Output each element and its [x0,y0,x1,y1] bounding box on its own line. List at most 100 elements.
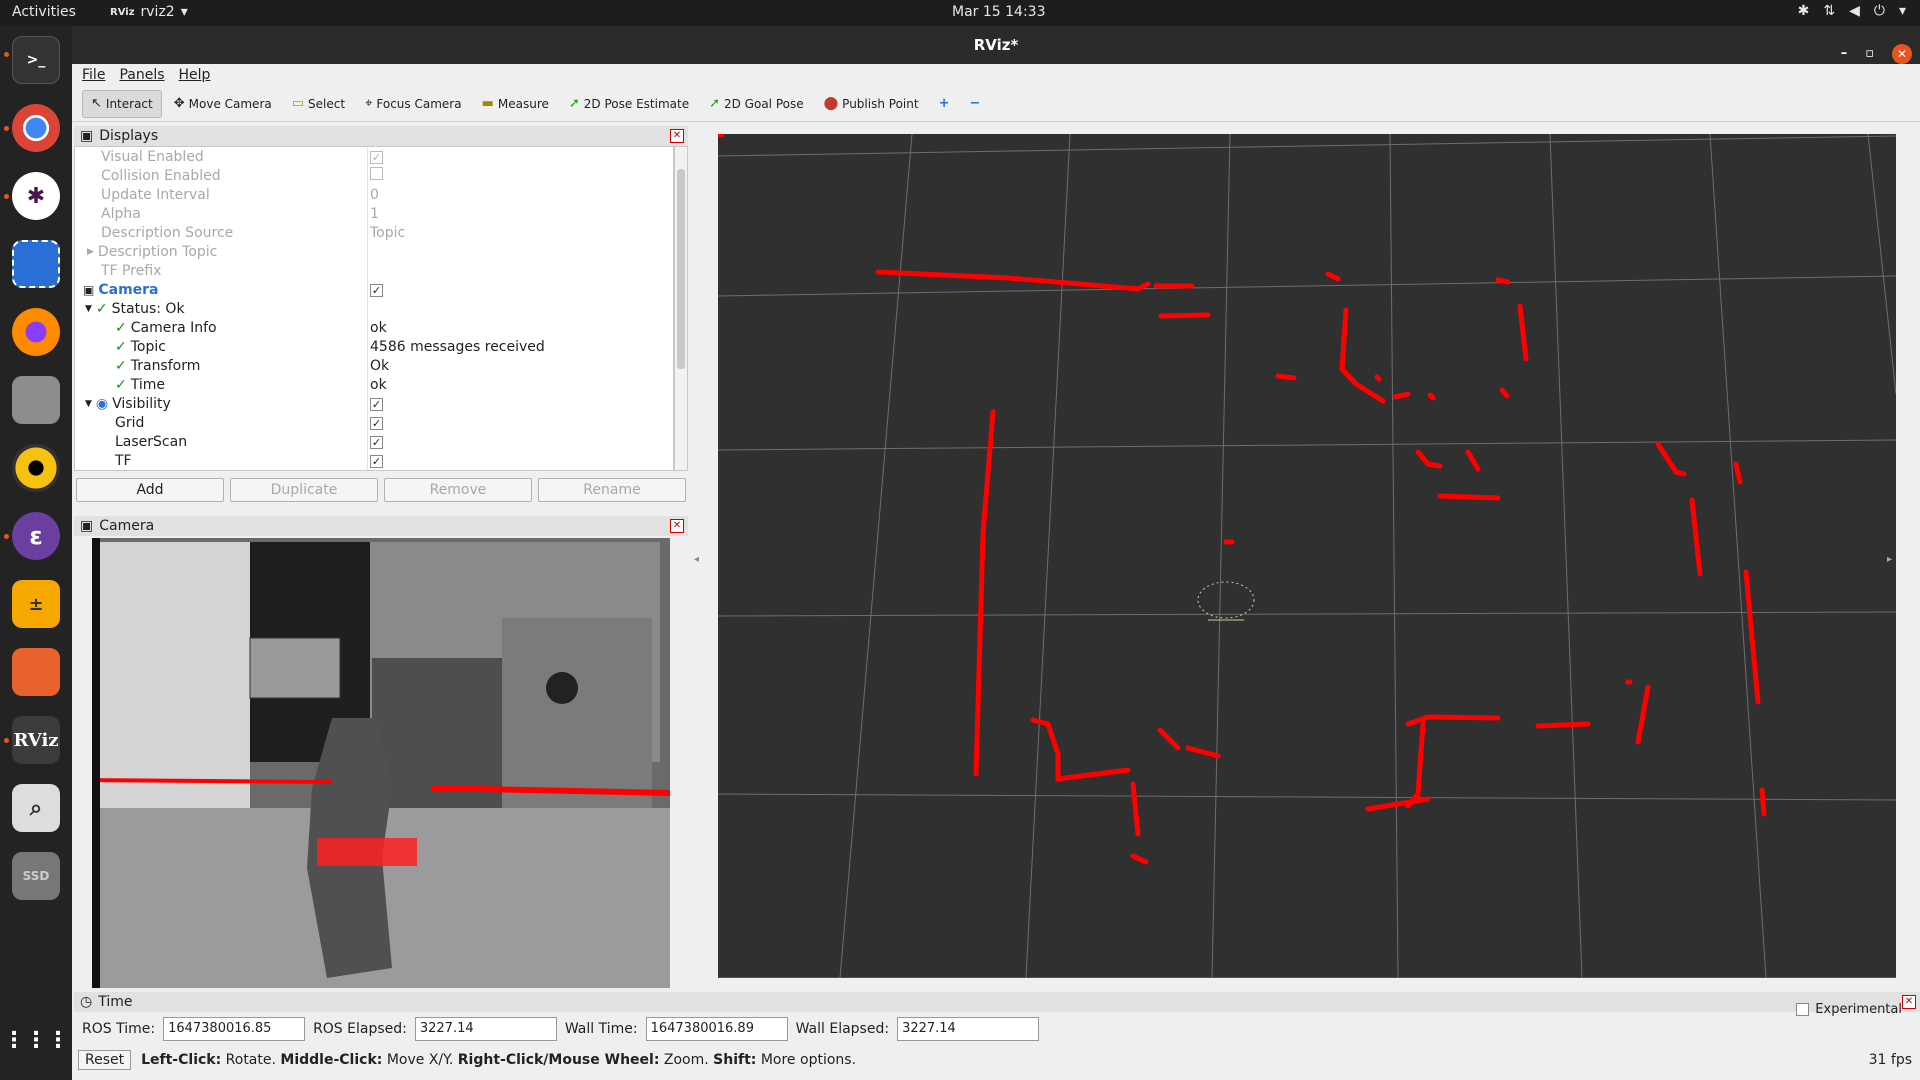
tree-row-label: Collision Enabled [101,167,221,184]
volume-icon[interactable]: ◀ [1849,3,1860,19]
chrome-icon[interactable] [12,104,60,152]
add-tool-button[interactable]: + [931,90,958,118]
firefox-icon[interactable] [12,308,60,356]
ros-time-label: ROS Time: [82,1021,156,1037]
impress-icon[interactable] [12,648,60,696]
rhythmbox-icon[interactable] [12,444,60,492]
experimental-option[interactable]: Experimental [1796,1002,1902,1017]
tree-row[interactable]: ✓ Topic 4586 messages received [75,337,673,356]
magnifier-icon[interactable]: ⌕ [12,784,60,832]
green-arrow-icon: ➚ [709,96,720,111]
tree-row[interactable]: TF Prefix [75,261,673,280]
tree-row[interactable]: ✓ Camera Info ok [75,318,673,337]
tree-row-value[interactable]: Topic [370,225,405,241]
tree-row[interactable]: TF ✓ [75,451,673,470]
remove-display-button[interactable]: Remove [384,478,532,502]
system-top-bar: Activities RViz rviz2 ▾ Mar 15 14:33 ✱ ⇅… [0,0,1920,26]
files-icon[interactable] [12,376,60,424]
pose-estimate-tool-button[interactable]: ➚ 2D Pose Estimate [561,90,697,118]
slack-tray-icon[interactable]: ✱ [1798,3,1810,19]
tree-row[interactable]: ✓ Transform Ok [75,356,673,375]
rename-display-button[interactable]: Rename [538,478,686,502]
displays-panel-header: ▣ Displays ✕ [74,126,688,146]
menu-help[interactable]: Help [179,67,211,83]
tree-row-camera[interactable]: ▣ Camera ✓ [75,280,673,299]
interact-tool-button[interactable]: ↖ Interact [82,89,162,118]
collapse-arrow-icon[interactable]: ▼ [85,304,92,314]
tree-row[interactable]: Grid ✓ [75,413,673,432]
laserscan-checkbox[interactable]: ✓ [370,435,383,449]
ros-elapsed-field[interactable]: 3227.14 [414,1017,557,1041]
menu-file[interactable]: File [82,67,105,83]
clock[interactable]: Mar 15 14:33 [952,4,1045,20]
rviz-icon[interactable]: RViz [12,716,60,764]
power-icon[interactable]: ⏻ [1874,3,1885,19]
tree-row[interactable]: LaserScan ✓ [75,432,673,451]
close-panel-icon[interactable]: ✕ [670,129,684,143]
goal-pose-tool-button[interactable]: ➚ 2D Goal Pose [701,90,812,118]
close-panel-icon[interactable]: ✕ [670,519,684,533]
running-indicator [4,126,9,131]
expand-arrow-icon[interactable]: ▶ [87,247,94,257]
tree-row[interactable]: Visual Enabled ✓ [75,147,673,166]
slack-icon[interactable]: ✱ [12,172,60,220]
add-display-button[interactable]: Add [76,478,224,502]
reset-button[interactable]: Reset [78,1050,132,1070]
tree-row-value[interactable]: 1 [370,206,379,222]
camera-image-view[interactable] [92,538,670,988]
chevron-down-icon[interactable]: ▾ [1899,3,1906,19]
minimize-icon[interactable]: – [1841,35,1848,73]
green-arrow-icon: ➚ [568,96,580,111]
camera-display-icon: ▣ [83,282,95,297]
tree-row-visibility[interactable]: ▼ ◉ Visibility ✓ [75,394,673,413]
maximize-icon[interactable]: ▫ [1865,35,1874,73]
focus-camera-tool-button[interactable]: ⌖ Focus Camera [357,90,470,118]
network-icon[interactable]: ⇅ [1823,3,1835,19]
window-titlebar: RViz* – ▫ ✕ [72,26,1920,64]
select-tool-button[interactable]: ▭ Select [284,90,353,118]
collapse-arrow-icon[interactable]: ▼ [85,399,92,409]
close-panel-icon[interactable]: ✕ [1902,995,1916,1009]
remove-tool-button[interactable]: − [961,90,988,118]
app-menu[interactable]: RViz rviz2 ▾ [110,4,188,20]
ssd-drive-icon[interactable]: SSD [12,852,60,900]
tree-row-value: ok [370,319,387,336]
experimental-label: Experimental [1815,1002,1902,1017]
camera-enabled-checkbox[interactable]: ✓ [370,283,383,297]
tree-row[interactable]: ✓ Time ok [75,375,673,394]
tree-row[interactable]: ▶ Description Topic [75,242,673,261]
wall-time-field[interactable]: 1647380016.89 [645,1017,788,1041]
wall-elapsed-field[interactable]: 3227.14 [897,1017,1040,1041]
tree-row[interactable]: Alpha 1 [75,204,673,223]
close-icon[interactable]: ✕ [1892,44,1912,64]
scrollbar-thumb[interactable] [677,169,685,369]
tree-row[interactable]: Collision Enabled [75,166,673,185]
ros-time-field[interactable]: 1647380016.85 [163,1017,306,1041]
emacs-icon[interactable]: ε [12,512,60,560]
menu-panels[interactable]: Panels [119,67,164,83]
grid-checkbox[interactable]: ✓ [370,416,383,430]
tree-row[interactable]: Update Interval 0 [75,185,673,204]
publish-point-tool-button[interactable]: ⬤ Publish Point [816,90,927,118]
tree-row-value[interactable]: 0 [370,187,379,203]
chevron-down-icon: ▾ [180,4,188,20]
experimental-checkbox[interactable] [1796,1003,1810,1016]
visual-enabled-checkbox[interactable]: ✓ [370,150,383,164]
tf-checkbox[interactable]: ✓ [370,454,383,468]
3d-render-view[interactable]: ▸ [718,134,1896,978]
visibility-checkbox[interactable]: ✓ [370,397,383,411]
terminal-icon[interactable]: >_ [12,36,60,84]
screenshot-icon[interactable] [12,240,60,288]
displays-scrollbar[interactable] [674,146,688,471]
system-tray[interactable]: ✱ ⇅ ◀ ⏻ ▾ [1798,3,1906,19]
panel-splitter[interactable]: ◂ [692,134,712,978]
move-camera-tool-button[interactable]: ✥ Move Camera [166,90,280,118]
measure-tool-button[interactable]: ▬ Measure [474,90,557,118]
tree-row-status[interactable]: ▼ ✓ Status: Ok [75,299,673,318]
activities-button[interactable]: Activities [12,4,76,20]
collision-enabled-checkbox[interactable] [370,167,383,180]
app-grid-icon[interactable]: ⋮⋮⋮ [3,1016,69,1064]
calculator-icon[interactable]: ± [12,580,60,628]
tree-row[interactable]: Description Source Topic [75,223,673,242]
duplicate-display-button[interactable]: Duplicate [230,478,378,502]
